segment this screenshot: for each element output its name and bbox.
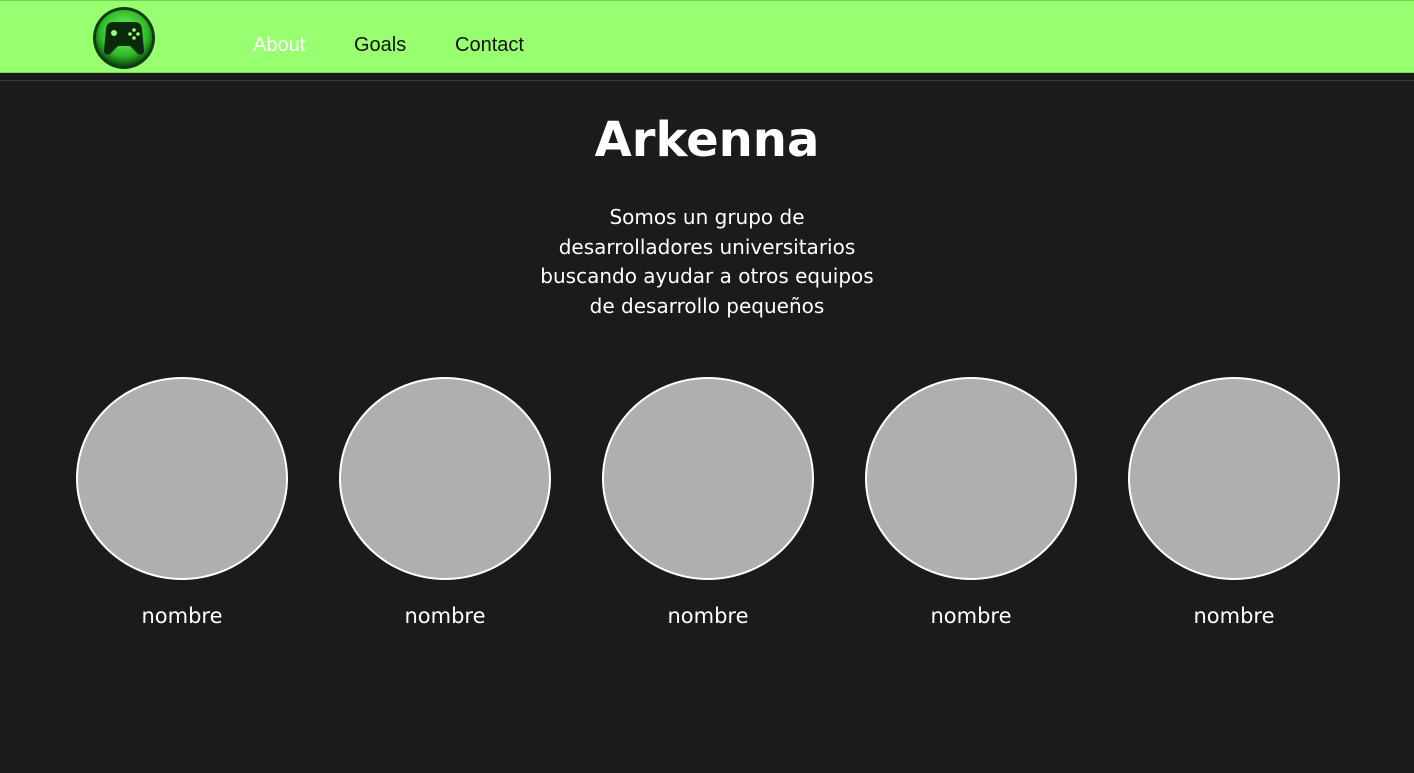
member-name: nombre — [1193, 604, 1275, 628]
team-member-card: nombre — [76, 377, 288, 628]
team-member-card: nombre — [339, 377, 551, 628]
gamepad-icon[interactable] — [92, 6, 156, 70]
avatar — [865, 377, 1077, 580]
nav-link-contact[interactable]: Contact — [455, 33, 524, 57]
intro-text: Somos un grupo de desarrolladores univer… — [540, 205, 874, 318]
avatar — [76, 377, 288, 580]
team-member-card: nombre — [602, 377, 814, 628]
team-member-card: nombre — [865, 377, 1077, 628]
nav-link-goals[interactable]: Goals — [354, 33, 406, 57]
nav-link-about[interactable]: About — [253, 33, 305, 57]
page-title: Arkenna — [594, 112, 820, 168]
avatar — [339, 377, 551, 580]
member-name: nombre — [141, 604, 223, 628]
team-member-card: nombre — [1128, 377, 1340, 628]
navbar: About Goals Contact — [0, 0, 1414, 73]
member-name: nombre — [404, 604, 486, 628]
avatar — [1128, 377, 1340, 580]
divider — [0, 80, 1414, 81]
member-name: nombre — [667, 604, 749, 628]
avatar — [602, 377, 814, 580]
member-name: nombre — [930, 604, 1012, 628]
